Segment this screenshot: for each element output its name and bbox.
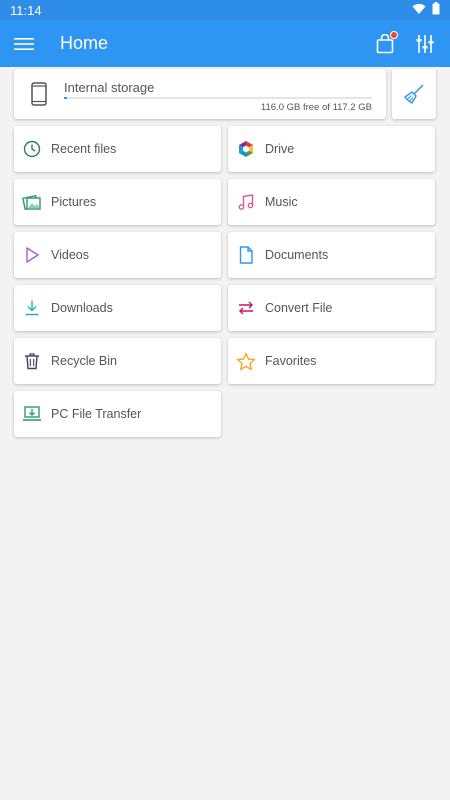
- tile-label: Pictures: [51, 195, 97, 209]
- storage-progress-bar: [64, 97, 372, 99]
- tile-pc-file-transfer[interactable]: PC File Transfer: [14, 391, 221, 437]
- tile-music[interactable]: Music: [228, 179, 435, 225]
- status-bar: 11:14: [0, 0, 450, 20]
- star-icon: [236, 351, 256, 371]
- tile-documents[interactable]: Documents: [228, 232, 435, 278]
- tile-label: Drive: [265, 142, 295, 156]
- hamburger-icon: [14, 37, 34, 50]
- internal-storage-card[interactable]: Internal storage 116.0 GB free of 117.2 …: [14, 69, 386, 119]
- convert-icon: [236, 298, 256, 318]
- tile-pictures[interactable]: Pictures: [14, 179, 221, 225]
- main-content: Internal storage 116.0 GB free of 117.2 …: [0, 67, 450, 437]
- tile-downloads[interactable]: Downloads: [14, 285, 221, 331]
- category-grid: Recent files Drive Pictures Music Videos…: [14, 126, 436, 437]
- status-time: 11:14: [10, 2, 42, 18]
- page-title: Home: [60, 33, 109, 53]
- tile-drive[interactable]: Drive: [228, 126, 435, 172]
- tile-label: Convert File: [265, 301, 333, 315]
- clock-icon: [22, 139, 42, 159]
- download-icon: [22, 298, 42, 318]
- tile-label: Documents: [265, 248, 329, 262]
- filter-settings-button[interactable]: [412, 31, 438, 57]
- app-bar: Home: [0, 20, 450, 67]
- storage-free-text: 116.0 GB free of 117.2 GB: [260, 102, 372, 113]
- trash-icon: [22, 351, 42, 371]
- storage-row: Internal storage 116.0 GB free of 117.2 …: [14, 69, 436, 119]
- tile-recent-files[interactable]: Recent files: [14, 126, 221, 172]
- tile-recycle-bin[interactable]: Recycle Bin: [14, 338, 221, 384]
- clean-button[interactable]: [392, 69, 436, 119]
- tile-videos[interactable]: Videos: [14, 232, 221, 278]
- tile-label: Recycle Bin: [51, 354, 117, 368]
- broom-icon: [404, 84, 424, 104]
- tile-favorites[interactable]: Favorites: [228, 338, 435, 384]
- pc-transfer-icon: [22, 404, 42, 424]
- tile-label: PC File Transfer: [51, 407, 142, 421]
- menu-button[interactable]: [12, 32, 36, 56]
- battery-icon: [432, 2, 440, 18]
- notification-badge: [390, 30, 398, 39]
- phone-icon: [28, 82, 50, 106]
- document-icon: [236, 245, 256, 265]
- pictures-icon: [22, 192, 42, 212]
- tile-label: Music: [265, 195, 298, 209]
- tile-label: Videos: [51, 248, 89, 262]
- drive-icon: [236, 139, 256, 159]
- wifi-icon: [412, 3, 426, 18]
- tile-convert-file[interactable]: Convert File: [228, 285, 435, 331]
- play-icon: [22, 245, 42, 265]
- storage-progress-fill: [64, 97, 68, 99]
- music-icon: [236, 192, 256, 212]
- tile-label: Recent files: [51, 142, 117, 156]
- storage-label: Internal storage: [64, 80, 155, 95]
- tile-label: Favorites: [265, 354, 317, 368]
- sliders-icon: [416, 34, 434, 53]
- tile-label: Downloads: [51, 301, 113, 315]
- shop-button[interactable]: [372, 30, 398, 57]
